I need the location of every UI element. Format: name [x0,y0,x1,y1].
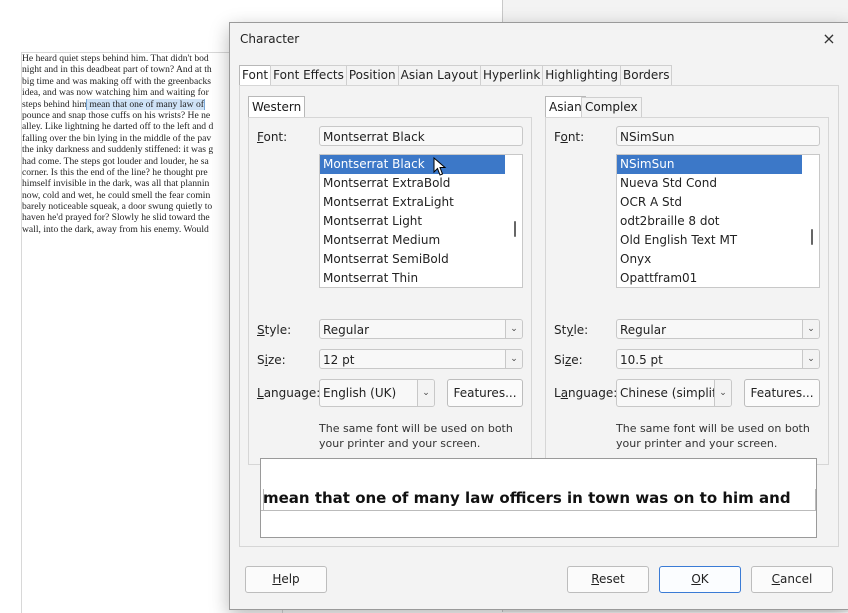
asian-style-select[interactable]: Regular ⌄ [616,319,820,339]
asian-features-button[interactable]: Features... [744,379,820,407]
chevron-down-icon[interactable]: ⌄ [417,380,434,406]
western-language-label: Language: [257,386,321,400]
tab-content: Western Font: Montserrat Black Montserra… [239,85,839,547]
western-language-value: English (UK) [323,386,397,400]
western-style-label: Style: [257,323,292,337]
western-font-note: The same font will be used on both your … [319,422,513,450]
asian-size-value: 10.5 pt [620,353,663,367]
western-size-value: 12 pt [323,353,355,367]
font-list-item[interactable]: Nueva Std Cond [617,174,819,193]
font-list-item[interactable]: NSimSun [617,155,802,174]
chevron-down-icon[interactable]: ⌄ [802,350,819,368]
asian-style-label: Style: [554,323,589,337]
ok-button[interactable]: OK [659,566,741,593]
selected-text: mean that one of many law of [86,98,205,110]
scrollbar-thumb[interactable] [811,229,813,245]
close-icon[interactable]: × [818,28,840,50]
tab-bar: Font Font Effects Position Asian Layout … [239,65,673,86]
font-list-item[interactable]: Old English Text MT [617,231,819,250]
western-language-select[interactable]: English (UK) ⌄ [319,379,435,407]
asian-size-label: Size: [554,353,583,367]
chevron-down-icon[interactable]: ⌄ [714,380,731,406]
chevron-down-icon[interactable]: ⌄ [802,320,819,338]
font-list-item[interactable]: Montserrat ExtraLight [320,193,522,212]
font-list-item[interactable]: Montserrat Medium [320,231,522,250]
preview-baseline [261,510,816,511]
asian-language-label: Language: [554,386,618,400]
font-list-item[interactable]: Montserrat ExtraBold [320,174,522,193]
font-list-item[interactable]: Montserrat Black [320,155,505,174]
western-features-button[interactable]: Features... [447,379,523,407]
cancel-button[interactable]: Cancel [751,566,833,593]
chevron-down-icon[interactable]: ⌄ [505,320,522,338]
tab-font[interactable]: Font [239,65,272,86]
text-line-start: steps behind him [22,98,88,110]
reset-button[interactable]: Reset [567,566,649,593]
western-style-select[interactable]: Regular ⌄ [319,319,523,339]
font-list-item[interactable]: odt2braille 8 dot [617,212,819,231]
asian-style-value: Regular [620,323,667,337]
western-size-select[interactable]: 12 pt ⌄ [319,349,523,369]
font-list-item[interactable]: OCR A Std [617,193,819,212]
western-style-value: Regular [323,323,370,337]
font-list-item[interactable]: Montserrat SemiBold [320,250,522,269]
western-font-list[interactable]: Montserrat Black Montserrat ExtraBold Mo… [319,154,523,288]
tab-complex[interactable]: Complex [581,97,642,117]
font-preview: mean that one of many law officers in to… [260,458,817,538]
mouse-pointer-icon [433,157,447,176]
asian-font-input[interactable]: NSimSun [616,126,820,146]
asian-size-select[interactable]: 10.5 pt ⌄ [616,349,820,369]
western-font-label: Font: [257,130,288,144]
western-font-input[interactable]: Montserrat Black [319,126,523,146]
asian-font-list[interactable]: NSimSun Nueva Std Cond OCR A Std odt2bra… [616,154,820,288]
tab-highlighting[interactable]: Highlighting [542,65,621,86]
tab-asian[interactable]: Asian [545,96,586,117]
character-dialog: Character × Font Font Effects Position A… [229,22,848,610]
preview-marker [815,489,816,511]
asian-font-note: The same font will be used on both your … [616,422,810,450]
tab-borders[interactable]: Borders [620,65,673,86]
dialog-title: Character [240,32,300,46]
help-button[interactable]: Help [245,566,327,593]
tab-asian-layout[interactable]: Asian Layout [397,65,481,86]
preview-text: mean that one of many law officers in to… [263,489,791,507]
asian-language-select[interactable]: Chinese (simplified) ⌄ [616,379,732,407]
font-list-item[interactable]: Onyx [617,250,819,269]
western-size-label: Size: [257,353,286,367]
asian-font-label: Font: [554,130,585,144]
tab-western[interactable]: Western [248,96,306,117]
tab-font-effects[interactable]: Font Effects [270,65,347,86]
font-list-item[interactable]: Montserrat Light [320,212,522,231]
chevron-down-icon[interactable]: ⌄ [505,350,522,368]
tab-hyperlink[interactable]: Hyperlink [479,65,544,86]
font-list-item[interactable]: Opattfram01 [617,269,819,287]
tab-position[interactable]: Position [345,65,399,86]
scrollbar-thumb[interactable] [514,221,516,237]
font-list-item[interactable]: Montserrat Thin [320,269,522,287]
